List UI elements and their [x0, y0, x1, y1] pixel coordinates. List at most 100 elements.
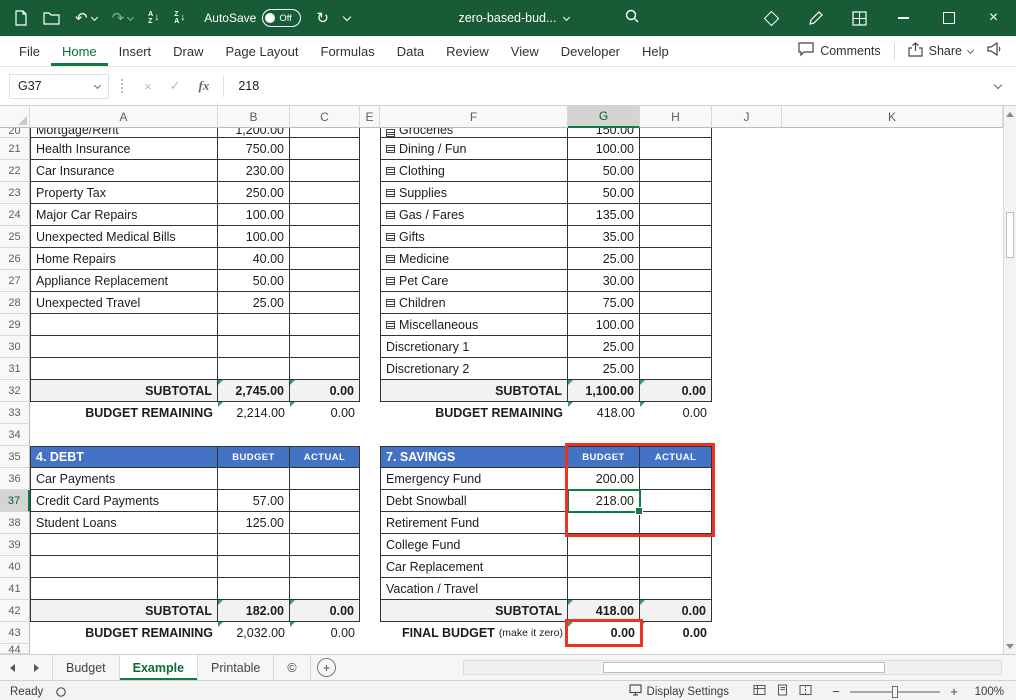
- cell-B38[interactable]: 125.00: [218, 512, 290, 534]
- column-header-E[interactable]: E: [360, 106, 380, 128]
- sheet-tab-printable[interactable]: Printable: [198, 655, 274, 680]
- cell-K27[interactable]: [782, 270, 1003, 292]
- display-settings-button[interactable]: Display Settings: [629, 684, 729, 699]
- cell-F38[interactable]: Retirement Fund: [380, 512, 568, 534]
- cell-J32[interactable]: [712, 380, 782, 402]
- cell-E31[interactable]: [360, 358, 380, 380]
- cell-K33[interactable]: [782, 402, 1003, 424]
- cell-K23[interactable]: [782, 182, 1003, 204]
- cell-J31[interactable]: [712, 358, 782, 380]
- redo-button[interactable]: ↷: [112, 11, 134, 26]
- cell-A20[interactable]: Mortgage/Rent: [30, 128, 218, 138]
- cell-B43[interactable]: 2,032.00: [218, 622, 290, 644]
- cell-E26[interactable]: [360, 248, 380, 270]
- cell-G44[interactable]: [568, 644, 640, 654]
- row-header-33[interactable]: 33: [0, 402, 30, 424]
- cell-E22[interactable]: [360, 160, 380, 182]
- cell-E27[interactable]: [360, 270, 380, 292]
- cell-G41[interactable]: [568, 578, 640, 600]
- search-icon[interactable]: [624, 8, 640, 29]
- row-header-39[interactable]: 39: [0, 534, 30, 556]
- cell-F25[interactable]: Gifts: [380, 226, 568, 248]
- document-icon[interactable]: [14, 10, 28, 26]
- tab-view[interactable]: View: [500, 36, 550, 66]
- row-header-41[interactable]: 41: [0, 578, 30, 600]
- cell-A24[interactable]: Major Car Repairs: [30, 204, 218, 226]
- cell-K31[interactable]: [782, 358, 1003, 380]
- cell-B25[interactable]: 100.00: [218, 226, 290, 248]
- cell-H40[interactable]: [640, 556, 712, 578]
- cell-J44[interactable]: [712, 644, 782, 654]
- page-layout-view-icon[interactable]: [776, 684, 789, 699]
- row-header-20[interactable]: 20: [0, 128, 30, 138]
- cell-E23[interactable]: [360, 182, 380, 204]
- sort-ascending-button[interactable]: AZ ↓: [148, 11, 159, 25]
- cell-G34[interactable]: [568, 424, 640, 446]
- cell-B20[interactable]: 1,200.00: [218, 128, 290, 138]
- comments-button[interactable]: Comments: [798, 42, 880, 60]
- cell-A27[interactable]: Appliance Replacement: [30, 270, 218, 292]
- insert-function-icon[interactable]: fx: [199, 78, 210, 94]
- cell-B23[interactable]: 250.00: [218, 182, 290, 204]
- cell-G32[interactable]: 1,100.00: [568, 380, 640, 402]
- cell-B22[interactable]: 230.00: [218, 160, 290, 182]
- cell-H44[interactable]: [640, 644, 712, 654]
- cell-C31[interactable]: [290, 358, 360, 380]
- cell-G31[interactable]: 25.00: [568, 358, 640, 380]
- page-break-view-icon[interactable]: [799, 684, 812, 699]
- sort-descending-button[interactable]: ZA ↓: [174, 11, 185, 25]
- cell-A44[interactable]: [30, 644, 218, 654]
- cell-G40[interactable]: [568, 556, 640, 578]
- cell-A39[interactable]: [30, 534, 218, 556]
- diamond-addin-icon[interactable]: [749, 13, 793, 24]
- row-header-30[interactable]: 30: [0, 336, 30, 358]
- cell-B30[interactable]: [218, 336, 290, 358]
- cell-K30[interactable]: [782, 336, 1003, 358]
- cell-C42[interactable]: 0.00: [290, 600, 360, 622]
- cell-J29[interactable]: [712, 314, 782, 336]
- cell-B32[interactable]: 2,745.00: [218, 380, 290, 402]
- cell-K39[interactable]: [782, 534, 1003, 556]
- autosave-toggle[interactable]: AutoSave Off: [204, 9, 301, 27]
- row-header-26[interactable]: 26: [0, 248, 30, 270]
- tab-formulas[interactable]: Formulas: [310, 36, 386, 66]
- cell-F32[interactable]: SUBTOTAL: [380, 380, 568, 402]
- tab-review[interactable]: Review: [435, 36, 500, 66]
- cell-J28[interactable]: [712, 292, 782, 314]
- cell-A37[interactable]: Credit Card Payments: [30, 490, 218, 512]
- cell-E30[interactable]: [360, 336, 380, 358]
- cell-F28[interactable]: Children: [380, 292, 568, 314]
- cell-C40[interactable]: [290, 556, 360, 578]
- cell-F24[interactable]: Gas / Fares: [380, 204, 568, 226]
- minimize-button[interactable]: [881, 0, 926, 36]
- cell-A43[interactable]: BUDGET REMAINING: [30, 622, 218, 644]
- cell-E33[interactable]: [360, 402, 380, 424]
- cell-H43[interactable]: 0.00: [640, 622, 712, 644]
- row-header-40[interactable]: 40: [0, 556, 30, 578]
- tab-developer[interactable]: Developer: [550, 36, 631, 66]
- cell-C35[interactable]: ACTUAL: [290, 446, 360, 468]
- cell-C36[interactable]: [290, 468, 360, 490]
- cell-G26[interactable]: 25.00: [568, 248, 640, 270]
- cell-K26[interactable]: [782, 248, 1003, 270]
- cell-J22[interactable]: [712, 160, 782, 182]
- cell-E37[interactable]: [360, 490, 380, 512]
- cell-C24[interactable]: [290, 204, 360, 226]
- cell-F43[interactable]: FINAL BUDGET(make it zero): [380, 622, 568, 644]
- cell-C30[interactable]: [290, 336, 360, 358]
- cell-F21[interactable]: Dining / Fun: [380, 138, 568, 160]
- megaphone-icon[interactable]: [986, 42, 1002, 61]
- cell-F34[interactable]: [380, 424, 568, 446]
- cell-F41[interactable]: Vacation / Travel: [380, 578, 568, 600]
- cell-B34[interactable]: [218, 424, 290, 446]
- cell-E38[interactable]: [360, 512, 380, 534]
- zoom-slider[interactable]: [850, 691, 940, 693]
- row-header-21[interactable]: 21: [0, 138, 30, 160]
- cell-G22[interactable]: 50.00: [568, 160, 640, 182]
- cell-B41[interactable]: [218, 578, 290, 600]
- cell-K37[interactable]: [782, 490, 1003, 512]
- cell-K43[interactable]: [782, 622, 1003, 644]
- cell-J34[interactable]: [712, 424, 782, 446]
- cell-G37[interactable]: 218.00: [568, 490, 640, 512]
- cell-J26[interactable]: [712, 248, 782, 270]
